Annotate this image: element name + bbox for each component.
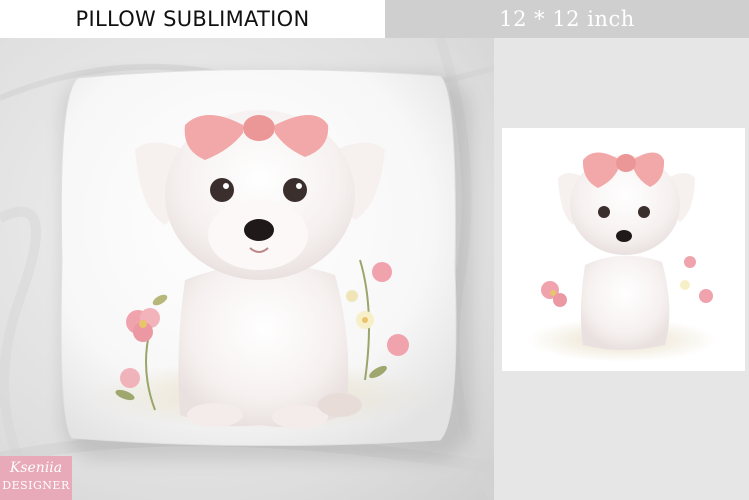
logo-line-1: Kseniia [9,460,63,476]
designer-logo: Kseniia DESIGNER [0,456,72,500]
sublimation-print-image [502,128,745,371]
pillow-illustration [60,68,745,447]
logo-line-2: DESIGNER [2,479,70,492]
